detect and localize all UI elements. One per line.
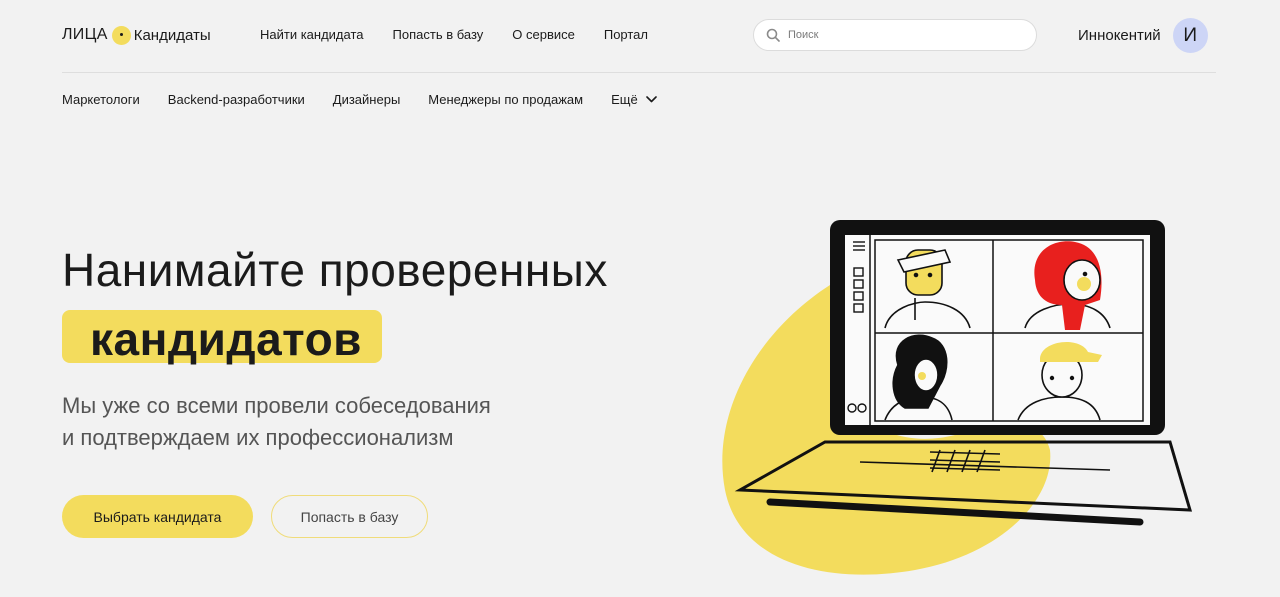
logo[interactable]: ЛИЦА Кандидаты [62, 24, 211, 46]
nav-portal[interactable]: Портал [604, 27, 648, 42]
main-nav: Найти кандидата Попасть в базу О сервисе… [260, 27, 677, 42]
nav-join-database[interactable]: Попасть в базу [393, 27, 484, 42]
header-divider [62, 72, 1216, 73]
logo-subtitle: Кандидаты [133, 26, 211, 44]
hero-subtitle-line1: Мы уже со всеми провели собеседования [62, 393, 491, 418]
category-more-label: Ещё [611, 92, 638, 107]
search-box[interactable] [753, 19, 1037, 51]
category-backend-developers[interactable]: Backend-разработчики [168, 92, 305, 107]
laptop-video-call-illustration [722, 220, 1193, 575]
search-input[interactable] [786, 28, 1010, 42]
category-sales-managers[interactable]: Менеджеры по продажам [428, 92, 583, 107]
search-icon [766, 28, 780, 42]
user-menu[interactable]: Иннокентий И [1078, 18, 1208, 53]
join-database-button[interactable]: Попасть в базу [271, 495, 428, 538]
hero-subtitle: Мы уже со всеми провели собеседования и … [62, 390, 491, 454]
category-more-dropdown[interactable]: Ещё [611, 92, 657, 107]
hero-title-line1: Нанимайте проверенных [62, 244, 608, 296]
hero-subtitle-line2: и подтверждаем их профессионализм [62, 425, 454, 450]
category-marketers[interactable]: Маркетологи [62, 92, 140, 107]
chevron-down-icon [645, 96, 657, 103]
nav-about-service[interactable]: О сервисе [512, 27, 575, 42]
avatar[interactable]: И [1172, 18, 1208, 53]
nav-find-candidate[interactable]: Найти кандидата [260, 27, 364, 42]
category-nav: Маркетологи Backend-разработчики Дизайне… [62, 92, 657, 107]
top-navigation: ЛИЦА Кандидаты Найти кандидата Попасть в… [0, 0, 1280, 72]
logo-wordmark: ЛИЦА [62, 26, 108, 43]
laptop-screen [845, 235, 1150, 425]
logo-dot-icon [111, 25, 131, 45]
hero-title-line2: кандидатов [90, 313, 362, 365]
user-name[interactable]: Иннокентий [1078, 27, 1161, 44]
choose-candidate-button[interactable]: Выбрать кандидата [62, 495, 253, 538]
category-designers[interactable]: Дизайнеры [333, 92, 401, 107]
